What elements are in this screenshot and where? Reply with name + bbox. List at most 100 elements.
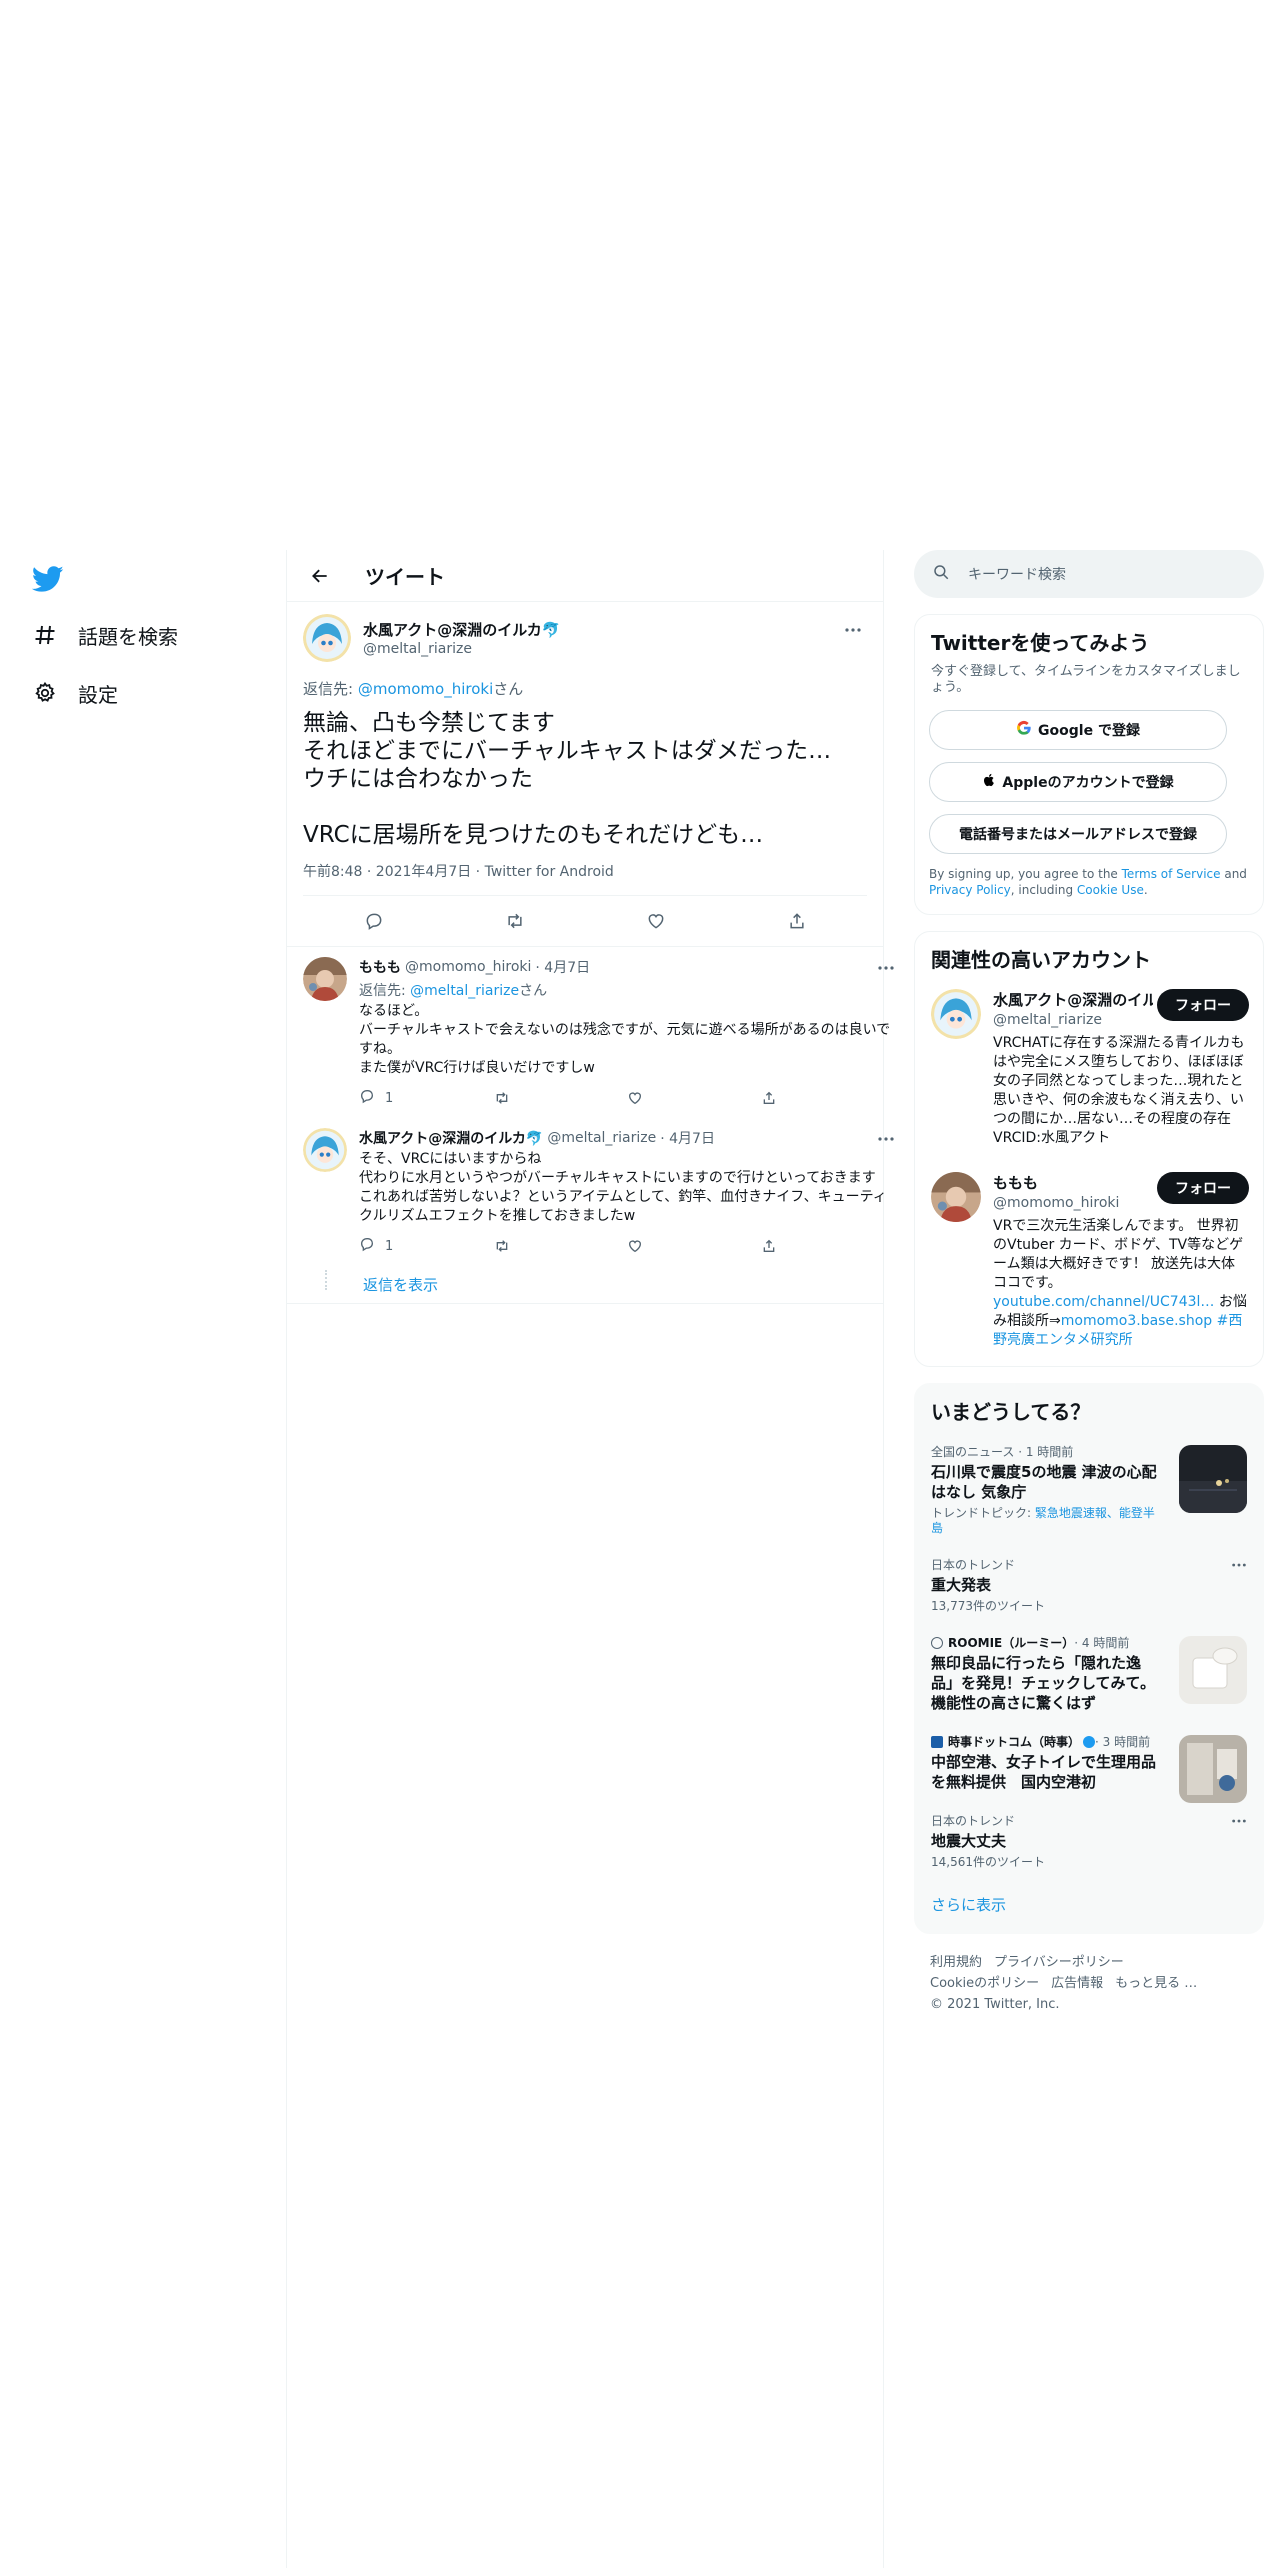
reply-to-line: 返信先: @meltal_riarizeさん bbox=[359, 980, 895, 1000]
account-item[interactable]: 水風アクト@深淵のイル @meltal_riarize VRCHATに存在する深… bbox=[915, 977, 1263, 1160]
footer-link[interactable]: もっと見る … bbox=[1115, 1976, 1197, 1991]
trend-item[interactable]: 時事ドットコム（時事） · 3 時間前 中部空港、女子トイレで生理用品を無料提供… bbox=[915, 1723, 1263, 1803]
footer-link[interactable]: 広告情報 bbox=[1051, 1976, 1103, 1991]
terms-of-service-link[interactable]: Terms of Service bbox=[1122, 867, 1221, 881]
reply-to-line: 返信先: @momomo_hirokiさん bbox=[303, 678, 867, 699]
trend-context: 日本のトレンド bbox=[931, 1558, 1016, 1572]
reply-author-handle[interactable]: @momomo_hiroki bbox=[405, 959, 531, 975]
roomie-logo-icon bbox=[931, 1636, 943, 1649]
reply-date[interactable]: · 4月7日 bbox=[660, 1128, 715, 1148]
trend-count: 13,773件のツイート bbox=[931, 1599, 1045, 1613]
retweet-icon[interactable] bbox=[493, 1090, 627, 1106]
privacy-policy-link[interactable]: Privacy Policy bbox=[929, 883, 1011, 897]
author-handle[interactable]: @meltal_riarize bbox=[363, 641, 560, 657]
reply-tweet[interactable]: ももも @momomo_hiroki · 4月7日 返信先: @meltal_r… bbox=[287, 947, 894, 1122]
avatar[interactable] bbox=[931, 989, 981, 1039]
signup-terms: By signing up, you agree to the Terms of… bbox=[915, 854, 1263, 914]
reply-author-name[interactable]: ももも bbox=[359, 957, 401, 977]
like-icon[interactable] bbox=[627, 1238, 761, 1254]
reply-to-link[interactable]: @momomo_hiroki bbox=[358, 680, 493, 698]
reply-author-handle[interactable]: @meltal_riarize bbox=[547, 1130, 656, 1146]
tweet-actions bbox=[303, 896, 867, 946]
trend-time: · 4 時間前 bbox=[1074, 1636, 1130, 1650]
right-sidebar: キーワード検索 Twitterを使ってみよう 今すぐ登録して、タイムラインをカス… bbox=[914, 550, 1264, 2015]
more-options-icon[interactable] bbox=[1231, 1556, 1247, 1572]
bio-youtube-link[interactable]: youtube.com/channel/UC743l… bbox=[993, 1294, 1214, 1310]
trend-context: 時事ドットコム（時事） · 3 時間前 bbox=[931, 1733, 1163, 1750]
trends-card: いまどうしてる？ 全国のニュース · 1 時間前 石川県で震度5の地震 津波の心… bbox=[914, 1383, 1264, 1934]
show-more-link[interactable]: さらに表示 bbox=[915, 1880, 1263, 1933]
google-signup-button[interactable]: Google で登録 bbox=[929, 710, 1227, 750]
reply-to-link[interactable]: @meltal_riarize bbox=[410, 983, 519, 999]
phone-email-signup-button[interactable]: 電話番号またはメールアドレスで登録 bbox=[929, 814, 1227, 854]
search-placeholder: キーワード検索 bbox=[968, 567, 1066, 583]
trend-topic-label: トレンドトピック: bbox=[931, 1506, 1035, 1520]
more-options-icon[interactable] bbox=[839, 620, 867, 640]
reply-count: 1 bbox=[385, 1238, 394, 1254]
avatar[interactable] bbox=[303, 1128, 347, 1172]
nav-explore[interactable]: 話題を検索 bbox=[32, 615, 178, 655]
trend-item[interactable]: 全国のニュース · 1 時間前 石川県で震度5の地震 津波の心配はなし 気象庁 … bbox=[915, 1433, 1263, 1546]
more-options-icon[interactable] bbox=[877, 1130, 895, 1146]
share-icon[interactable] bbox=[761, 1238, 895, 1254]
reply-to-prefix: 返信先: bbox=[303, 680, 358, 698]
gear-icon bbox=[32, 680, 58, 706]
trend-item[interactable]: 日本のトレンド 地震大丈夫 14,561件のツイート bbox=[915, 1802, 1263, 1880]
apple-icon bbox=[982, 772, 996, 792]
cookie-use-link[interactable]: Cookie Use bbox=[1077, 883, 1144, 897]
follow-button[interactable]: フォロー bbox=[1157, 1172, 1249, 1204]
related-title: 関連性の高いアカウント bbox=[931, 948, 1151, 972]
reply-author-name[interactable]: 水風アクト@深淵のイルカ🐬 bbox=[359, 1128, 543, 1148]
verified-badge-icon bbox=[1083, 1735, 1096, 1748]
share-icon[interactable] bbox=[777, 901, 817, 941]
follow-button[interactable]: フォロー bbox=[1157, 989, 1249, 1021]
trend-count: 14,561件のツイート bbox=[931, 1855, 1045, 1869]
focal-tweet: 水風アクト@深淵のイルカ🐬 @meltal_riarize 返信先: @momo… bbox=[287, 602, 883, 947]
avatar[interactable] bbox=[303, 957, 347, 1001]
reply-to-suffix: さん bbox=[493, 680, 524, 698]
trend-context: 日本のトレンド bbox=[931, 1814, 1016, 1828]
google-icon bbox=[1016, 720, 1032, 740]
search-input[interactable]: キーワード検索 bbox=[914, 550, 1264, 598]
trend-item[interactable]: ROOMIE（ルーミー） · 4 時間前 無印良品に行ったら「隠れた逸品」を発見… bbox=[915, 1624, 1263, 1723]
avatar[interactable] bbox=[931, 1172, 981, 1222]
retweet-icon[interactable] bbox=[493, 1238, 627, 1254]
related-accounts-card: 関連性の高いアカウント 水風アクト@深淵のイル @meltal_riarize … bbox=[914, 931, 1264, 1367]
reply-tweet[interactable]: 水風アクト@深淵のイルカ🐬 @meltal_riarize · 4月7日 そそ、… bbox=[287, 1122, 894, 1270]
show-replies-link[interactable]: 返信を表示 bbox=[287, 1270, 883, 1304]
hashtag-icon bbox=[32, 622, 58, 648]
trend-context: 全国のニュース · 1 時間前 bbox=[931, 1445, 1074, 1459]
reply-button[interactable]: 1 bbox=[359, 1088, 493, 1108]
like-icon[interactable] bbox=[636, 901, 676, 941]
footer-link[interactable]: 利用規約 bbox=[930, 1955, 982, 1970]
share-icon[interactable] bbox=[761, 1090, 895, 1106]
account-bio: VRで三次元生活楽しんでます。 世界初のVtuber カード、ボドゲ、TV等など… bbox=[993, 1217, 1247, 1350]
tweet-timestamp[interactable]: 午前8:48 · 2021年4月7日 · Twitter for Android bbox=[303, 861, 867, 896]
page-title: ツイート bbox=[365, 565, 445, 589]
trend-item[interactable]: 日本のトレンド 重大発表 13,773件のツイート bbox=[915, 1546, 1263, 1624]
account-item[interactable]: ももも @momomo_hiroki VRで三次元生活楽しんでます。 世界初のV… bbox=[915, 1160, 1263, 1366]
signup-subtitle: 今すぐ登録して、タイムラインをカスタマイズしましょう。 bbox=[931, 664, 1241, 695]
twitter-logo-icon[interactable] bbox=[31, 563, 64, 595]
trend-context: ROOMIE（ルーミー） · 4 時間前 bbox=[931, 1634, 1163, 1651]
main-column: ツイート 水風アクト@深淵のイルカ🐬 @meltal_riarize 返信先: … bbox=[286, 550, 894, 2568]
avatar[interactable] bbox=[303, 614, 351, 662]
bio-shop-link[interactable]: momomo3.base.shop bbox=[1061, 1313, 1212, 1329]
trend-title: 中部空港、女子トイレで生理用品を無料提供 国内空港初 bbox=[931, 1753, 1157, 1791]
reply-date[interactable]: · 4月7日 bbox=[535, 957, 590, 977]
nav-settings[interactable]: 設定 bbox=[32, 673, 118, 713]
reply-button[interactable]: 1 bbox=[359, 1236, 493, 1256]
retweet-icon[interactable] bbox=[495, 901, 535, 941]
more-options-icon[interactable] bbox=[877, 959, 895, 975]
signup-title: Twitterを使ってみよう bbox=[931, 631, 1150, 655]
apple-signup-button[interactable]: Appleのアカウントで登録 bbox=[929, 762, 1227, 802]
author-name[interactable]: 水風アクト@深淵のイルカ🐬 bbox=[363, 619, 560, 640]
footer-link[interactable]: プライバシーポリシー bbox=[994, 1955, 1124, 1970]
like-icon[interactable] bbox=[627, 1090, 761, 1106]
more-options-icon[interactable] bbox=[1231, 1812, 1247, 1828]
trend-topics: トレンドトピック: 緊急地震速報、能登半島 bbox=[931, 1506, 1163, 1536]
reply-icon[interactable] bbox=[354, 901, 394, 941]
back-arrow-icon[interactable] bbox=[303, 559, 337, 593]
footer-link[interactable]: Cookieのポリシー bbox=[930, 1976, 1039, 1991]
trend-title: 地震大丈夫 bbox=[931, 1832, 1007, 1850]
